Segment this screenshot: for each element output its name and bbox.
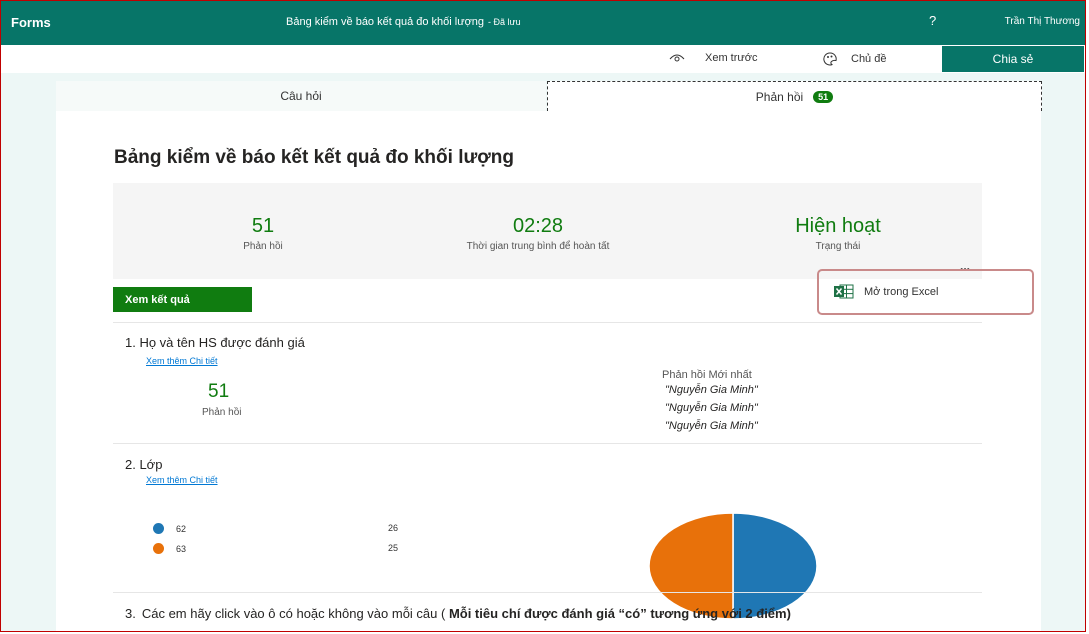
question-2-title: 2. Lớp: [125, 457, 163, 472]
user-name[interactable]: Trần Thị Thương: [1005, 16, 1080, 27]
workspace: Câu hỏi Phản hồi 51 Bảng kiểm về báo kết…: [1, 73, 1085, 631]
palette-icon: [823, 52, 837, 66]
legend-label: 63: [176, 543, 187, 554]
legend-count: 26: [388, 523, 399, 533]
pie-slice-63[interactable]: [648, 512, 734, 620]
tab-questions-label: Câu hỏi: [280, 89, 322, 103]
pie-slice-62[interactable]: [732, 512, 818, 620]
question-3-title: 3. Các em hãy click vào ô có hoặc không v…: [125, 605, 985, 622]
view-results-button[interactable]: Xem kết quả: [113, 287, 252, 312]
question-3-bold-text: Mỗi tiêu chí được đánh giá “có” tương ứn…: [448, 606, 791, 621]
help-button[interactable]: ?: [929, 13, 936, 28]
responses-card: Bảng kiểm về báo kết kết quả đo khối lượ…: [56, 111, 1041, 631]
legend-item: 62: [153, 523, 186, 534]
question-2-details-link[interactable]: Xem thêm Chi tiết: [146, 475, 218, 485]
page-title: Bảng kiểm về báo kết kết quả đo khối lượ…: [114, 147, 514, 168]
responses-count-badge: 51: [813, 90, 834, 103]
legend-label: 62: [176, 523, 187, 534]
question-1-count: 51: [208, 381, 230, 402]
stat-average-time-value: 02:28: [512, 215, 564, 237]
stat-responses: 51 Phản hồi: [173, 215, 353, 252]
stat-average-time: 02:28 Thời gian trung bình để hoàn tất: [403, 215, 673, 252]
divider: [113, 322, 982, 323]
stat-average-time-label: Thời gian trung bình để hoàn tất: [466, 241, 610, 252]
question-1-count-label: Phản hồi: [202, 407, 242, 418]
stat-status-value: Hiện hoạt: [795, 215, 881, 237]
latest-response: "Nguyễn Gia Minh": [665, 384, 758, 396]
tab-questions[interactable]: Câu hỏi: [56, 81, 546, 111]
latest-response: "Nguyễn Gia Minh": [665, 420, 758, 432]
excel-icon: [834, 284, 854, 299]
app-brand[interactable]: Forms: [11, 15, 51, 30]
stat-responses-label: Phản hồi: [243, 241, 283, 252]
question-3-number: 3.: [125, 606, 136, 621]
open-in-excel-button[interactable]: Mở trong Excel: [834, 284, 938, 299]
theme-button[interactable]: Chủ đề: [823, 52, 886, 66]
preview-button[interactable]: Xem trước: [669, 52, 757, 64]
question-1-details-link[interactable]: Xem thêm Chi tiết: [146, 356, 218, 366]
divider: [113, 443, 982, 444]
latest-responses-header: Phản hồi Mới nhất: [662, 369, 752, 381]
command-bar: Xem trước Chủ đề Chia sẻ: [1, 45, 1085, 74]
open-in-excel-highlight: Mở trong Excel: [817, 269, 1034, 315]
stat-status-label: Trạng thái: [815, 241, 861, 252]
app-header: Forms Bảng kiểm về báo kết quả đo khối l…: [1, 1, 1085, 45]
summary-stats: 51 Phản hồi 02:28 Thời gian trung bình đ…: [113, 183, 982, 279]
form-name: Bảng kiểm về báo kết quả đo khối lượng: [286, 16, 485, 28]
theme-label: Chủ đề: [851, 53, 887, 65]
stat-responses-value: 51: [251, 215, 275, 237]
legend-count: 25: [388, 543, 399, 553]
save-status: - Đã lưu: [488, 17, 521, 27]
open-in-excel-label: Mở trong Excel: [864, 285, 939, 298]
divider: [113, 592, 982, 593]
legend-dot-orange: [153, 543, 164, 554]
eye-icon: [669, 54, 685, 62]
document-title[interactable]: Bảng kiểm về báo kết quả đo khối lượng - …: [286, 16, 521, 28]
question-1-title: 1. Họ và tên HS được đánh giá: [125, 335, 305, 350]
legend-item: 63: [153, 543, 186, 554]
question-3-text: Các em hãy click vào ô có hoặc không vào…: [141, 606, 449, 621]
share-button[interactable]: Chia sẻ: [942, 46, 1084, 72]
forms-window: Forms Bảng kiểm về báo kết quả đo khối l…: [0, 0, 1086, 632]
stat-status: Hiện hoạt Trạng thái: [738, 215, 938, 252]
tab-responses[interactable]: Phản hồi 51: [547, 81, 1042, 111]
preview-label: Xem trước: [705, 52, 758, 64]
tab-responses-label: Phản hồi: [755, 89, 804, 104]
legend-dot-blue: [153, 523, 164, 534]
latest-response: "Nguyễn Gia Minh": [665, 402, 758, 414]
